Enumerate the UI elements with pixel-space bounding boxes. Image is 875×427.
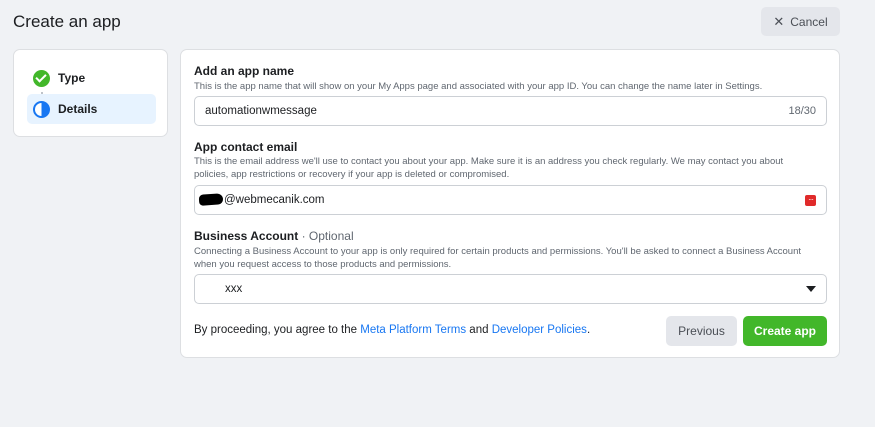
contact-email-value: @webmecanik.com	[224, 194, 325, 206]
step-type-label: Type	[58, 71, 86, 85]
close-icon: ✕	[773, 14, 785, 29]
terms-and: and	[466, 324, 492, 336]
redaction-mark	[198, 193, 224, 207]
steps-panel: Type Details	[13, 49, 168, 137]
meta-platform-terms-link[interactable]: Meta Platform Terms	[360, 324, 466, 336]
password-manager-icon[interactable]: ···	[805, 194, 816, 206]
char-counter: 18/30	[788, 105, 816, 117]
app-name-help: This is the app name that will show on y…	[194, 81, 763, 92]
business-account-value: xxx	[225, 283, 243, 295]
caret-down-icon	[806, 286, 816, 292]
app-name-value: automationwmessage	[205, 105, 317, 117]
contact-email-label: App contact email	[194, 140, 298, 154]
step-details[interactable]: Details	[27, 94, 156, 124]
cancel-label: Cancel	[790, 14, 828, 29]
app-name-label: Add an app name	[194, 64, 295, 78]
terms-notice: By proceeding, you agree to the Meta Pla…	[194, 324, 590, 336]
contact-email-input[interactable]: @webmecanik.com ···	[194, 185, 827, 215]
contact-email-field: @webmecanik.com	[198, 193, 805, 207]
step-details-label: Details	[58, 102, 98, 116]
half-circle-icon	[33, 100, 50, 118]
optional-tag: · Optional	[301, 229, 354, 243]
cancel-button[interactable]: ✕ Cancel	[761, 7, 840, 36]
check-circle-icon	[33, 69, 50, 87]
business-account-select[interactable]: xxx	[194, 274, 827, 304]
page-title: Create an app	[13, 12, 121, 31]
contact-email-help: This is the email address we'll use to c…	[194, 156, 784, 180]
business-account-help: Connecting a Business Account to your ap…	[194, 246, 802, 270]
app-details-form: Add an app name This is the app name tha…	[180, 49, 840, 358]
terms-prefix: By proceeding, you agree to the	[194, 324, 361, 336]
step-type[interactable]: Type	[27, 63, 156, 93]
app-name-input[interactable]: automationwmessage 18/30	[194, 96, 827, 126]
previous-button[interactable]: Previous	[666, 316, 737, 346]
developer-policies-link[interactable]: Developer Policies	[492, 324, 587, 336]
business-account-label: Business Account · Optional	[194, 229, 354, 243]
terms-suffix: .	[586, 324, 591, 336]
create-app-button[interactable]: Create app	[743, 316, 827, 346]
business-account-label-text: Business Account	[194, 229, 299, 243]
